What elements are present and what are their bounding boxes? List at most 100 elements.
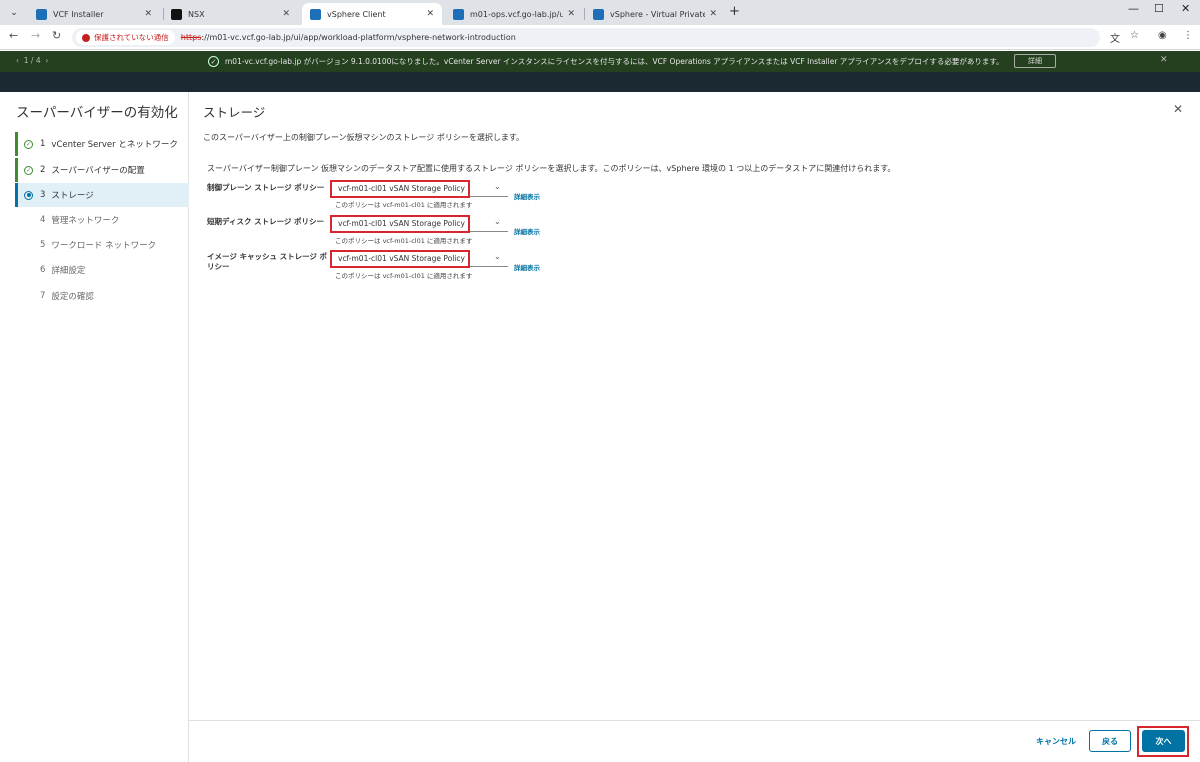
step-number: 4 <box>40 215 46 225</box>
security-warning-chip[interactable]: 保護されていない通信 <box>76 30 175 45</box>
url-text: ://m01-vc.vcf.go-lab.jp/ui/app/workload-… <box>201 33 516 42</box>
check-circle-icon: ✓ <box>24 165 33 175</box>
vpc-favicon-icon <box>593 8 604 20</box>
back-arrow-icon[interactable]: ← <box>9 29 18 42</box>
nsx-favicon-icon <box>171 8 182 20</box>
page-description: スーパーバイザー制御プレーン 仮想マシンのデータストア配置に使用するストレージ … <box>207 164 896 173</box>
wizard-title: スーパーバイザーの有効化 <box>16 105 178 121</box>
step-number: 5 <box>40 240 46 250</box>
tab-search-icon[interactable]: ⌄ <box>4 4 24 21</box>
check-circle-icon: ✓ <box>24 139 33 149</box>
tab-title: vSphere - Virtual Private Cloud <box>610 9 706 19</box>
tab-title: m01-ops.vcf.go-lab.jp/ui/login <box>470 9 564 19</box>
forward-arrow-icon[interactable]: → <box>31 29 40 42</box>
wizard-content: ストレージ ✕ このスーパーバイザー上の制御プレーン仮想マシンのストレージ ポリ… <box>203 92 1193 762</box>
tab-vpc[interactable]: vSphere - Virtual Private Cloud ✕ <box>585 3 725 25</box>
notification-banner: ‹ 1 / 4 › ✓ m01-vc.vcf.go-lab.jp がバージョン … <box>0 51 1200 72</box>
step-label: ワークロード ネットワーク <box>51 241 157 251</box>
image-cache-details-link[interactable]: 詳細表示 <box>514 262 540 272</box>
close-tab-icon[interactable]: ✕ <box>426 9 434 19</box>
vcf-favicon-icon <box>36 8 47 20</box>
address-bar[interactable]: 保護されていない通信 https ://m01-vc.vcf.go-lab.jp… <box>72 28 1100 47</box>
tab-nsx[interactable]: NSX ✕ <box>163 3 298 25</box>
dialog-close-icon[interactable]: ✕ <box>1173 102 1183 116</box>
chevron-down-icon: ⌄ <box>494 182 501 191</box>
step-advanced-settings: 6 詳細設定 <box>15 258 189 282</box>
current-step-icon <box>24 190 33 200</box>
step-label: 詳細設定 <box>51 266 86 276</box>
window-close-icon[interactable]: ✕ <box>1181 2 1190 15</box>
step-label: 管理ネットワーク <box>51 216 120 226</box>
banner-page-count: 1 / 4 <box>23 56 41 65</box>
policy-hint: このポリシーは vcf-m01-cl01 に適用されます <box>335 272 473 280</box>
step-management-network: 4 管理ネットワーク <box>15 208 189 232</box>
step-number: 1 <box>40 139 46 149</box>
step-placeholder-icon <box>24 241 33 250</box>
step-label: スーパーバイザーの配置 <box>51 166 145 176</box>
tab-title: vSphere Client <box>327 9 386 19</box>
tab-vsphere-client[interactable]: vSphere Client ✕ <box>302 3 442 25</box>
chevron-down-icon: ⌄ <box>494 217 501 226</box>
step-supervisor-placement[interactable]: ✓ 2 スーパーバイザーの配置 <box>15 158 189 182</box>
step-number: 3 <box>40 190 46 200</box>
banner-message: m01-vc.vcf.go-lab.jp がバージョン 9.1.0.0100にな… <box>225 57 1004 66</box>
step-number: 7 <box>40 291 46 301</box>
step-storage[interactable]: 3 ストレージ <box>15 183 189 207</box>
tab-title: VCF Installer <box>53 9 104 19</box>
maximize-icon[interactable]: ☐ <box>1154 2 1164 15</box>
enable-supervisor-wizard: スーパーバイザーの有効化 ✓ 1 vCenter Server とネットワーク … <box>0 92 1200 762</box>
banner-details-button[interactable]: 詳細 <box>1014 54 1056 68</box>
step-number: 6 <box>40 265 46 275</box>
banner-close-icon[interactable]: ✕ <box>1160 55 1168 65</box>
browser-menu-icon[interactable]: ⋮ <box>1183 30 1193 41</box>
security-label: 保護されていない通信 <box>94 33 169 42</box>
reload-icon[interactable]: ↻ <box>52 29 61 42</box>
cancel-button[interactable]: キャンセル <box>1036 736 1076 747</box>
step-number: 2 <box>40 165 46 175</box>
wizard-sidebar: スーパーバイザーの有効化 ✓ 1 vCenter Server とネットワーク … <box>0 92 189 762</box>
page-title: ストレージ <box>203 105 266 120</box>
ops-favicon-icon <box>453 8 464 20</box>
close-tab-icon[interactable]: ✕ <box>709 9 717 19</box>
bookmark-star-icon[interactable]: ☆ <box>1130 30 1139 41</box>
page-intro: このスーパーバイザー上の制御プレーン仮想マシンのストレージ ポリシーを選択します… <box>203 133 525 142</box>
browser-toolbar: ← → ↻ 保護されていない通信 https ://m01-vc.vcf.go-… <box>0 25 1200 50</box>
close-tab-icon[interactable]: ✕ <box>567 9 575 19</box>
tab-ops-login[interactable]: m01-ops.vcf.go-lab.jp/ui/login ✕ <box>445 3 583 25</box>
back-button[interactable]: 戻る <box>1089 730 1131 752</box>
step-vcenter-network[interactable]: ✓ 1 vCenter Server とネットワーク <box>15 132 189 156</box>
banner-message-row: ✓ m01-vc.vcf.go-lab.jp がバージョン 9.1.0.0100… <box>208 56 1004 67</box>
new-tab-icon[interactable]: + <box>729 4 740 19</box>
highlight-box <box>330 180 470 198</box>
policy-hint: このポリシーは vcf-m01-cl01 に適用されます <box>335 201 473 209</box>
minimize-icon[interactable]: — <box>1128 2 1139 15</box>
step-label: vCenter Server とネットワーク <box>51 140 178 150</box>
policy-hint: このポリシーは vcf-m01-cl01 に適用されます <box>335 237 473 245</box>
ephemeral-disk-details-link[interactable]: 詳細表示 <box>514 226 540 236</box>
ephemeral-disk-policy-label: 短期ディスク ストレージ ポリシー <box>207 217 325 226</box>
step-placeholder-icon <box>24 292 33 301</box>
step-review: 7 設定の確認 <box>15 284 189 308</box>
browser-tab-strip: ⌄ VCF Installer ✕ NSX ✕ vSphere Client ✕… <box>0 0 1200 25</box>
vsphere-favicon-icon <box>310 8 321 20</box>
profile-icon[interactable]: ◉ <box>1158 30 1167 41</box>
step-label: ストレージ <box>51 191 94 201</box>
highlight-box <box>330 250 470 268</box>
image-cache-policy-label: イメージ キャッシュ ストレージ ポリシー <box>207 252 328 271</box>
tab-vcf-installer[interactable]: VCF Installer ✕ <box>28 3 160 25</box>
step-workload-network: 5 ワークロード ネットワーク <box>15 233 189 257</box>
highlight-box <box>330 215 470 233</box>
control-plane-policy-label: 制御プレーン ストレージ ポリシー <box>207 183 325 192</box>
url-scheme: https <box>180 33 202 42</box>
wizard-footer: キャンセル 戻る 次へ <box>189 720 1200 762</box>
translate-icon[interactable]: 文 <box>1110 30 1120 45</box>
chevron-down-icon: ⌄ <box>494 252 501 261</box>
step-label: 設定の確認 <box>51 292 94 302</box>
close-tab-icon[interactable]: ✕ <box>144 9 152 19</box>
banner-pager[interactable]: ‹ 1 / 4 › <box>16 56 48 65</box>
tab-title: NSX <box>188 9 205 19</box>
close-tab-icon[interactable]: ✕ <box>282 9 290 19</box>
control-plane-details-link[interactable]: 詳細表示 <box>514 191 540 201</box>
next-button[interactable]: 次へ <box>1142 730 1185 752</box>
step-placeholder-icon <box>24 216 33 225</box>
